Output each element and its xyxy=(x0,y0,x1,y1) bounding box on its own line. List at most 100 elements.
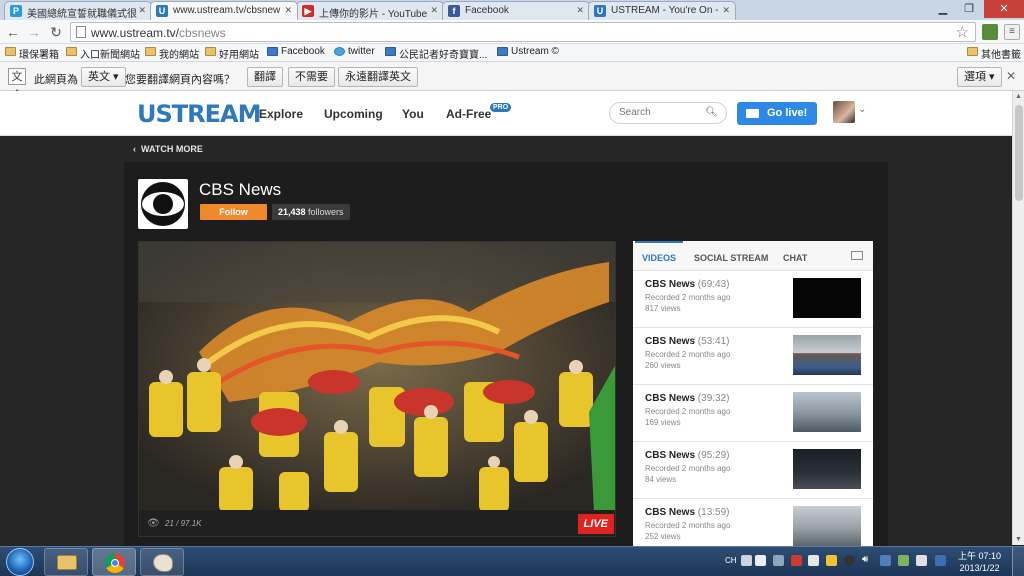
language-select[interactable]: 英文 ▾ xyxy=(81,67,126,87)
page-content: ‹ WATCH MORE CBS News Follow 21,438 foll… xyxy=(0,136,1012,546)
video-views: 84 views xyxy=(645,475,677,484)
bookmark-star-icon[interactable]: ☆ xyxy=(956,23,969,41)
bookmark-ustream[interactable]: Ustream © xyxy=(497,46,559,57)
browser-tab-5[interactable]: U USTREAM - You're On - ✕ xyxy=(588,1,736,20)
translate-button[interactable]: 翻譯 xyxy=(247,67,283,87)
folder-icon xyxy=(5,47,16,56)
address-bar[interactable]: www.ustream.tv/cbsnews ☆ xyxy=(70,22,976,42)
input-language[interactable]: CH xyxy=(725,556,737,565)
video-title: CBS News (95:29) xyxy=(645,450,730,461)
wrench-menu-icon[interactable]: ≡ xyxy=(1004,24,1020,40)
back-arrow-icon[interactable]: ← xyxy=(4,23,22,41)
nav-explore[interactable]: Explore xyxy=(259,107,303,121)
tab-chat[interactable]: CHAT xyxy=(783,253,807,263)
close-icon[interactable]: ✕ xyxy=(430,5,438,16)
scrollbar-thumb[interactable] xyxy=(1015,105,1023,201)
popout-icon[interactable] xyxy=(851,251,863,260)
scroll-up-icon[interactable]: ▲ xyxy=(1015,93,1022,100)
video-list-item[interactable]: CBS News (95:29) Recorded 2 months ago 8… xyxy=(633,442,873,499)
taskbar-clock[interactable]: 上午 07:10 2013/1/22 xyxy=(958,550,1001,574)
bookmarks-bar: 環保署箱 入口新聞網站 我的網站 好用網站 Facebook twitter 公… xyxy=(0,44,1024,62)
video-list-item[interactable]: CBS News (39:32) Recorded 2 months ago 1… xyxy=(633,385,873,442)
tab-social-stream[interactable]: SOCIAL STREAM xyxy=(694,253,768,263)
nav-ad-free[interactable]: Ad-Free xyxy=(446,107,491,121)
browser-tab-2[interactable]: U www.ustream.tv/cbsnew ✕ xyxy=(150,1,298,20)
tray-icon[interactable] xyxy=(844,555,855,566)
chevron-down-icon[interactable]: ⌄ xyxy=(858,104,866,115)
options-button[interactable]: 選項 ▾ xyxy=(957,67,1002,87)
scroll-down-icon[interactable]: ▼ xyxy=(1015,536,1022,543)
video-list-item[interactable]: CBS News (13:59) Recorded 2 months ago 2… xyxy=(633,499,873,546)
chrome-taskbar-button[interactable] xyxy=(92,548,136,576)
paint-taskbar-button[interactable] xyxy=(140,548,184,576)
other-bookmarks[interactable]: 其他書籤 xyxy=(967,46,1021,61)
extension-icon[interactable] xyxy=(982,24,998,40)
browser-tab-3[interactable]: ▶ 上傳你的影片 - YouTube ✕ xyxy=(296,1,444,20)
page-scrollbar[interactable]: ▲ ▼ xyxy=(1012,91,1024,545)
minimize-icon[interactable]: ▁ xyxy=(930,0,956,18)
ustream-logo[interactable]: USTREAM xyxy=(137,100,261,128)
search-icon[interactable]: 🔍︎ xyxy=(705,107,718,118)
tray-icon[interactable] xyxy=(791,555,802,566)
ustream-icon: U xyxy=(594,5,606,17)
bookmark-item[interactable]: 公民記者好奇寶寶... xyxy=(385,46,487,61)
video-list-item[interactable]: CBS News (53:41) Recorded 2 months ago 2… xyxy=(633,328,873,385)
nav-you[interactable]: You xyxy=(402,107,424,121)
tray-icon[interactable] xyxy=(773,555,784,566)
explorer-taskbar-button[interactable] xyxy=(44,548,88,576)
reload-icon[interactable]: ↻ xyxy=(47,23,65,41)
tray-icon[interactable] xyxy=(916,555,927,566)
network-icon[interactable] xyxy=(880,555,891,566)
start-button[interactable] xyxy=(6,548,34,576)
video-thumbnail[interactable] xyxy=(793,392,861,432)
video-views: 817 views xyxy=(645,304,681,313)
watch-more-link[interactable]: ‹ WATCH MORE xyxy=(133,144,203,154)
bookmark-folder[interactable]: 好用網站 xyxy=(205,46,259,61)
tab-videos[interactable]: VIDEOS xyxy=(634,241,684,263)
ime-icon[interactable] xyxy=(741,555,752,566)
search-input[interactable] xyxy=(619,107,707,118)
tray-icon[interactable] xyxy=(808,555,819,566)
nav-upcoming[interactable]: Upcoming xyxy=(324,107,383,121)
video-recorded: Recorded 2 months ago xyxy=(645,407,731,416)
tab-label: 美國總統宣誓就職儀式很 xyxy=(27,9,137,20)
close-icon[interactable]: ✕ xyxy=(722,5,730,16)
always-translate-button[interactable]: 永遠翻譯英文 xyxy=(338,67,418,87)
bookmark-folder[interactable]: 我的網站 xyxy=(145,46,199,61)
twitter-icon xyxy=(334,47,345,56)
maximize-icon[interactable]: ❐ xyxy=(956,0,982,18)
browser-tab-1[interactable]: P 美國總統宣誓就職儀式很 ✕ xyxy=(4,1,152,20)
address-url[interactable]: www.ustream.tv/cbsnews xyxy=(91,26,226,40)
browser-tab-4[interactable]: f Facebook ✕ xyxy=(442,1,590,20)
video-thumbnail[interactable] xyxy=(793,335,861,375)
follow-button[interactable]: Follow xyxy=(200,204,267,220)
bookmark-twitter[interactable]: twitter xyxy=(334,46,375,57)
close-icon[interactable]: ✕ xyxy=(138,5,146,16)
video-thumbnail[interactable] xyxy=(793,506,861,546)
window-close-icon[interactable]: ✕ xyxy=(984,0,1024,18)
forward-arrow-icon[interactable]: → xyxy=(25,23,43,41)
player-controls: 👁︎ 21 / 97.1K xyxy=(139,510,615,536)
close-icon[interactable]: ✕ xyxy=(1006,69,1016,83)
close-icon[interactable]: ✕ xyxy=(284,5,292,16)
close-icon[interactable]: ✕ xyxy=(576,5,584,16)
bookmark-folder[interactable]: 入口新聞網站 xyxy=(66,46,140,61)
video-list-item[interactable]: CBS News (69:43) Recorded 2 months ago 8… xyxy=(633,271,873,328)
tray-icon[interactable] xyxy=(935,555,946,566)
tray-icon[interactable] xyxy=(898,555,909,566)
bookmark-facebook[interactable]: Facebook xyxy=(267,46,325,57)
no-thanks-button[interactable]: 不需要 xyxy=(288,67,335,87)
video-thumbnail[interactable] xyxy=(793,278,861,318)
tray-icon[interactable] xyxy=(826,555,837,566)
avatar[interactable] xyxy=(833,101,855,123)
video-recorded: Recorded 2 months ago xyxy=(645,293,731,302)
video-player[interactable]: 👁︎ 21 / 97.1K LIVE xyxy=(138,241,616,537)
go-live-button[interactable]: Go live! xyxy=(737,102,817,125)
cbs-logo[interactable] xyxy=(138,179,188,229)
bookmark-folder[interactable]: 環保署箱 xyxy=(5,46,59,61)
video-thumbnail[interactable] xyxy=(793,449,861,489)
volume-icon[interactable]: 🔊︎ xyxy=(862,554,868,565)
ime-mode-icon[interactable] xyxy=(755,555,766,566)
show-desktop-button[interactable] xyxy=(1012,547,1024,576)
live-badge: LIVE xyxy=(577,514,614,534)
